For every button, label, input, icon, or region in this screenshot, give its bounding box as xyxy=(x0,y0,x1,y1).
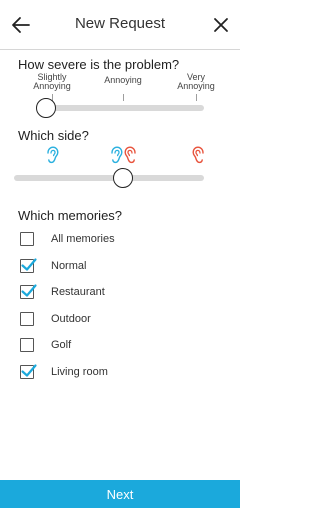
close-button[interactable] xyxy=(209,13,233,37)
severity-slider-knob[interactable] xyxy=(36,98,56,118)
checkmark-icon xyxy=(21,284,37,297)
left-ear-icon xyxy=(47,146,59,164)
severity-tick-very xyxy=(196,94,197,101)
side-slider-knob[interactable] xyxy=(113,168,133,188)
memory-checkbox[interactable] xyxy=(20,258,37,273)
checkmark-icon xyxy=(21,364,37,377)
next-button[interactable]: Next xyxy=(0,480,240,508)
memory-label: Golf xyxy=(51,339,72,351)
memory-checkbox[interactable] xyxy=(20,284,37,299)
memory-checkbox[interactable] xyxy=(20,364,37,379)
arrow-left-icon xyxy=(12,17,30,33)
severity-slider-track[interactable] xyxy=(42,105,204,111)
memory-item[interactable]: Golf xyxy=(20,334,71,356)
checkmark-icon xyxy=(21,258,37,271)
right-ear-icon xyxy=(124,146,136,164)
header-bar: New Request xyxy=(0,0,240,50)
memory-item[interactable]: All memories xyxy=(20,228,115,250)
page-title: New Request xyxy=(74,15,166,32)
memory-label: Restaurant xyxy=(51,286,105,298)
back-button[interactable] xyxy=(9,13,33,37)
memory-checkbox[interactable] xyxy=(20,312,34,326)
memory-item[interactable]: Outdoor xyxy=(20,308,91,330)
next-button-label: Next xyxy=(106,486,134,502)
memory-label: Normal xyxy=(51,260,87,272)
severity-tick-annoying xyxy=(123,94,124,101)
left-ear-icon xyxy=(111,146,123,164)
close-icon xyxy=(214,18,228,32)
memories-title: Which memories? xyxy=(18,208,123,223)
memory-item[interactable]: Living room xyxy=(20,361,108,383)
severity-label-slight: Slightly Annoying xyxy=(33,72,71,91)
memory-checkbox[interactable] xyxy=(20,338,34,352)
memory-item[interactable]: Restaurant xyxy=(20,281,105,303)
memory-checkbox[interactable] xyxy=(20,232,34,246)
severity-label-annoying: Annoying xyxy=(104,75,142,85)
memory-label: All memories xyxy=(51,233,115,245)
memory-label: Living room xyxy=(51,366,108,378)
memory-item[interactable]: Normal xyxy=(20,255,86,277)
side-slider-track[interactable] xyxy=(14,175,204,181)
memory-label: Outdoor xyxy=(51,313,91,325)
severity-label-very: Very Annoying xyxy=(177,72,215,91)
severity-title: How severe is the problem? xyxy=(18,57,180,72)
side-title: Which side? xyxy=(18,128,89,143)
right-ear-icon xyxy=(192,146,204,164)
